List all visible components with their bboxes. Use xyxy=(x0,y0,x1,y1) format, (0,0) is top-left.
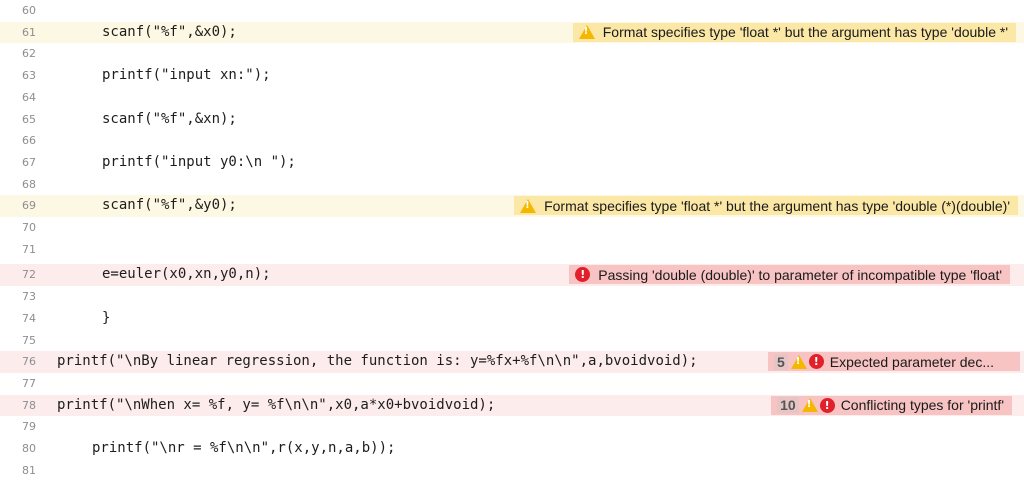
code-line: 65 scanf("%f",&xn); xyxy=(0,109,1024,131)
error-icon: ! xyxy=(575,267,591,283)
warning-annotation[interactable]: Format specifies type 'float *' but the … xyxy=(514,196,1018,216)
line-number: 78 xyxy=(22,398,36,412)
issue-icons: ! xyxy=(801,397,835,413)
line-number: 76 xyxy=(22,355,36,369)
warning-icon xyxy=(801,398,818,413)
warning-annotation[interactable]: Format specifies type 'float *' but the … xyxy=(572,22,1016,42)
error-message: Expected parameter dec... xyxy=(829,353,994,370)
code-line: 63 printf("input xn:"); xyxy=(0,65,1024,87)
error-icon: ! xyxy=(808,354,824,370)
error-icon: ! xyxy=(819,397,835,413)
line-number: 70 xyxy=(22,221,36,234)
code-line: 79 xyxy=(0,416,1024,438)
code-text[interactable]: e=euler(x0,xn,y0,n); xyxy=(102,264,271,286)
line-number: 66 xyxy=(22,134,36,148)
code-line: 60 xyxy=(0,0,1024,22)
code-text[interactable]: printf("\nBy linear regression, the func… xyxy=(57,351,698,373)
warning-icon xyxy=(578,25,595,40)
code-text[interactable]: printf("\nWhen x= %f, y= %f\n\n",x0,a*x0… xyxy=(57,395,495,417)
code-text[interactable]: printf("input y0:\n "); xyxy=(102,152,296,174)
code-line-error: 78 printf("\nWhen x= %f, y= %f\n\n",x0,a… xyxy=(0,394,1024,417)
line-number: 62 xyxy=(22,47,36,61)
code-line: 70 xyxy=(0,217,1024,239)
line-number: 64 xyxy=(22,90,36,104)
code-line: 74 } xyxy=(0,308,1024,330)
line-number: 68 xyxy=(22,177,36,191)
issue-count: 10 xyxy=(777,397,799,414)
code-line: 68 xyxy=(0,174,1024,196)
line-number: 60 xyxy=(22,4,36,17)
line-number: 63 xyxy=(22,69,36,83)
code-line: 73 xyxy=(0,286,1024,308)
code-line: 75 xyxy=(0,330,1024,352)
code-text[interactable]: scanf("%f",&x0); xyxy=(102,22,237,44)
line-number: 72 xyxy=(22,268,36,282)
line-number: 75 xyxy=(22,333,36,347)
code-text[interactable]: scanf("%f",&xn); xyxy=(102,109,237,131)
code-line: 66 xyxy=(0,130,1024,152)
error-annotation[interactable]: 5 ! Expected parameter dec... xyxy=(768,352,1020,372)
warning-message: Format specifies type 'float *' but the … xyxy=(544,197,1010,214)
code-line: 80 printf("\nr = %f\n\n",r(x,y,n,a,b)); xyxy=(0,438,1024,460)
error-message: Passing 'double (double)' to parameter o… xyxy=(598,266,1002,283)
issue-count: 5 xyxy=(774,353,788,370)
line-number: 61 xyxy=(22,25,36,39)
code-text[interactable]: printf("\nr = %f\n\n",r(x,y,n,a,b)); xyxy=(92,438,395,460)
code-line: 64 xyxy=(0,87,1024,109)
line-number: 81 xyxy=(22,463,36,477)
code-text[interactable]: } xyxy=(102,308,110,330)
line-number: 71 xyxy=(22,242,36,256)
code-line-error: 76 printf("\nBy linear regression, the f… xyxy=(0,351,1024,373)
code-line: 71 xyxy=(0,239,1024,261)
code-line: 62 xyxy=(0,43,1024,65)
error-message: Conflicting types for 'printf' xyxy=(840,397,1004,414)
line-number: 80 xyxy=(22,442,36,455)
warning-icon xyxy=(520,198,537,213)
code-line-error: 72 e=euler(x0,xn,y0,n); ! Passing 'doubl… xyxy=(0,264,1024,287)
warning-icon xyxy=(790,354,807,369)
code-line-warning: 61 scanf("%f",&x0); Format specifies typ… xyxy=(0,21,1024,44)
code-line: 77 xyxy=(0,373,1024,395)
issue-icons: ! xyxy=(790,354,824,370)
error-annotation[interactable]: 10 ! Conflicting types for 'printf' xyxy=(771,395,1012,415)
line-number: 77 xyxy=(22,376,36,390)
line-number: 74 xyxy=(22,311,36,325)
line-number: 79 xyxy=(22,420,36,434)
code-line: 81 xyxy=(0,460,1024,481)
code-line-warning: 69 scanf("%f",&y0); Format specifies typ… xyxy=(0,195,1024,217)
warning-message: Format specifies type 'float *' but the … xyxy=(602,24,1008,41)
error-annotation[interactable]: ! Passing 'double (double)' to parameter… xyxy=(569,265,1010,285)
line-number: 65 xyxy=(22,112,36,126)
line-number: 67 xyxy=(22,155,36,169)
code-line: 67 printf("input y0:\n "); xyxy=(0,152,1024,174)
line-number: 73 xyxy=(22,290,36,304)
line-number: 69 xyxy=(22,199,36,213)
code-text[interactable]: printf("input xn:"); xyxy=(102,65,271,87)
code-text[interactable]: scanf("%f",&y0); xyxy=(102,195,237,217)
